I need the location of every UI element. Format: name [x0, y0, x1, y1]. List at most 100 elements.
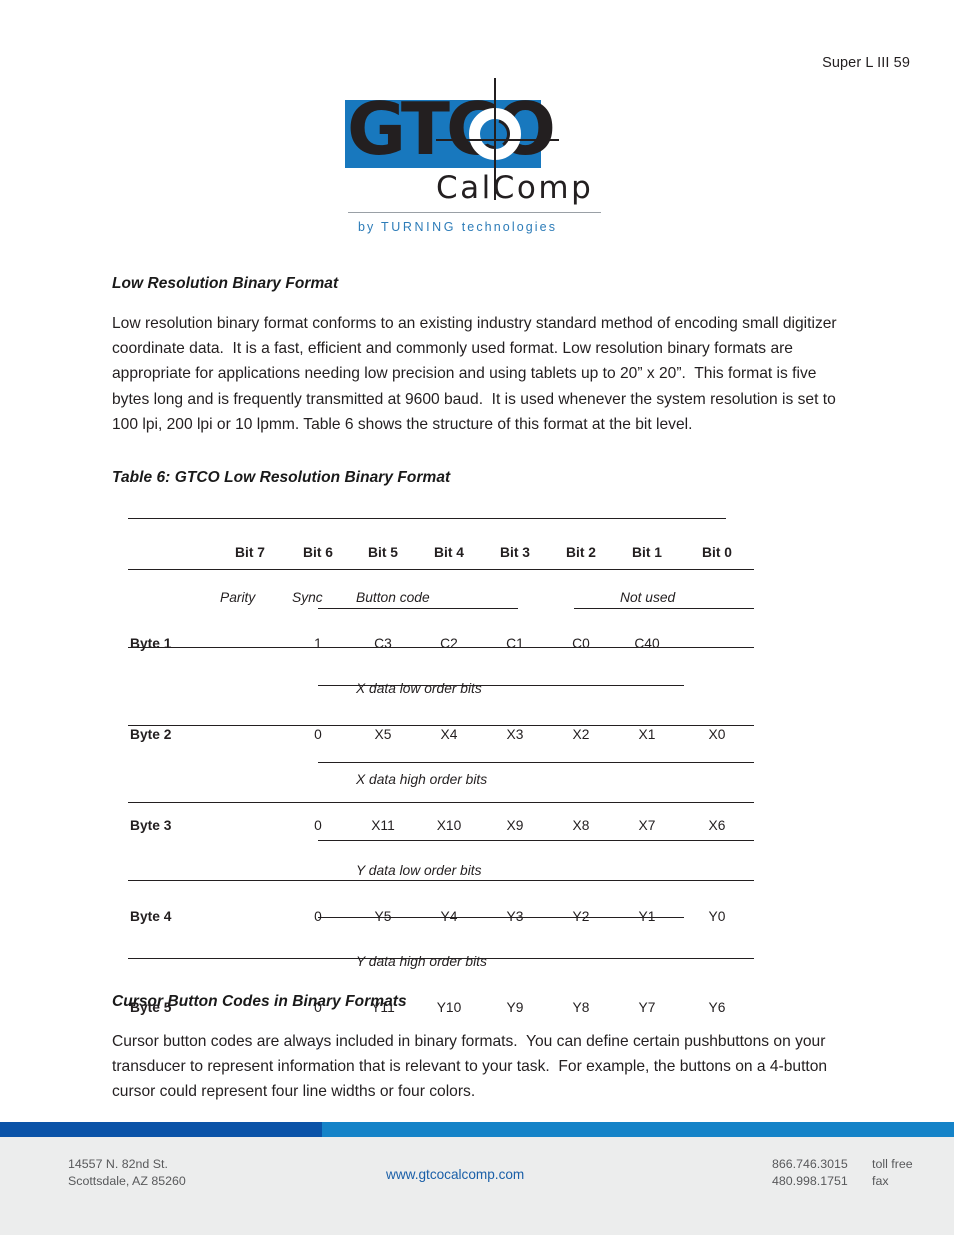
table-rule-top	[128, 518, 726, 520]
table-header-blank	[128, 516, 214, 567]
logo-subtitle: CalComp	[436, 170, 594, 206]
table-header-bit0: Bit 0	[702, 545, 732, 560]
cell-byte1-bit6: 1	[314, 636, 322, 651]
logo-tagline-caps: TURNING	[380, 220, 457, 234]
cell-byte3-bit6: 0	[314, 818, 322, 833]
cell-byte3-bit3: X9	[506, 818, 524, 833]
table-rule-xlow-underline	[318, 685, 684, 687]
table-header-bit1: Bit 1	[632, 545, 662, 560]
table-rule-under-bitnames	[128, 569, 754, 571]
page-running-header: Super L III 59	[822, 55, 910, 71]
table-header-bit6: Bit 6	[303, 545, 333, 560]
row-label	[128, 931, 214, 975]
footer-bar-light	[322, 1122, 954, 1137]
cell-byte5-bit2: Y8	[572, 1000, 590, 1015]
row-label-byte-1: Byte 1	[130, 636, 172, 651]
table-header-bit5: Bit 5	[368, 545, 398, 560]
table-header-bit4: Bit 4	[434, 545, 464, 560]
row-label	[128, 567, 214, 611]
table-rule-notused-underline	[574, 608, 754, 610]
gtco-calcomp-logo: GTCO CalComp by TURNING technologies	[340, 72, 620, 237]
table-header-bit2: Bit 2	[566, 545, 596, 560]
cell-byte3-bit2: X8	[572, 818, 590, 833]
logo-wordmark-group: GTCO	[345, 93, 556, 168]
cell-byte5-bit4: Y10	[436, 1000, 462, 1015]
table-row: Y data low order bits	[128, 840, 754, 884]
row-label	[128, 840, 214, 884]
table-rule-under-byte2	[128, 725, 754, 727]
row-label	[128, 749, 214, 793]
cell-byte5-bit3: Y9	[506, 1000, 524, 1015]
logo-tagline: by TURNING technologies	[358, 220, 557, 234]
cell-x-data-high-order-bits: X data high order bits	[356, 772, 488, 787]
cell-byte4-bit7	[214, 884, 286, 931]
cell-byte1-bit2: C0	[572, 636, 590, 651]
logo-crosshair-horizontal-icon	[436, 139, 559, 141]
cell-byte3-bit5: X11	[371, 818, 395, 833]
logo-divider	[348, 212, 601, 213]
table-rule-under-byte3	[128, 802, 754, 804]
cell-byte1-bit5: C3	[374, 636, 392, 651]
cell-byte4-bit5: Y5	[374, 909, 392, 924]
table-rule-under-byte4	[128, 880, 754, 882]
cell-sync: Sync	[292, 590, 323, 605]
cell-byte4-bit0: Y0	[708, 909, 726, 924]
table-row: Byte 1 1 C3 C2 C1 C0 C40	[128, 611, 754, 658]
cell-byte5-bit6: 0	[314, 1000, 322, 1015]
logo-tagline-suffix: technologies	[456, 220, 558, 234]
table-row: Y data high order bits	[128, 931, 754, 975]
table-rule-ylow-underline	[318, 840, 754, 842]
cell-byte4-bit3: Y3	[506, 909, 524, 924]
cell-byte3-bit1: X7	[638, 818, 656, 833]
paragraph-low-resolution-binary-format: Low resolution binary format conforms to…	[112, 315, 841, 433]
table-row: X data low order bits	[128, 658, 754, 702]
table-row: Byte 4 0 Y5 Y4 Y3 Y2 Y1 Y0	[128, 884, 754, 931]
cell-byte1-bit0	[680, 611, 754, 658]
row-label	[128, 658, 214, 702]
table-row: Byte 5 0 Y11 Y10 Y9 Y8 Y7 Y6	[128, 975, 754, 1022]
cell-byte5-bit0: Y6	[708, 1000, 726, 1015]
cell-byte4-bit1: Y1	[638, 909, 656, 924]
table-rule-yhigh-underline	[318, 917, 684, 919]
table-row: X data high order bits	[128, 749, 754, 793]
table-header-bit7: Bit 7	[235, 545, 265, 560]
cell-byte3-bit7	[214, 793, 286, 840]
cell-byte5-bit7	[214, 975, 286, 1022]
cell-byte1-bit3: C1	[506, 636, 524, 651]
row-label-byte-5: Byte 5	[130, 1000, 172, 1015]
cell-not-used: Not used	[620, 590, 676, 605]
cell-byte5-bit1: Y7	[638, 1000, 656, 1015]
table-rule-buttoncode-underline	[318, 608, 518, 610]
cell-y-data-low-order-bits: Y data low order bits	[356, 863, 482, 878]
cell-byte1-bit7	[214, 611, 286, 658]
cell-byte4-bit6: 0	[286, 884, 350, 931]
table-rule-bottom	[128, 958, 754, 960]
table-caption: Table 6: GTCO Low Resolution Binary Form…	[112, 469, 451, 486]
table-rule-under-byte1	[128, 647, 754, 649]
footer-address: 14557 N. 82nd St. Scottsdale, AZ 85260	[68, 1157, 186, 1188]
cell-byte3-bit4: X10	[436, 818, 462, 833]
table-row: Byte 3 0 X11 X10 X9 X8 X7 X6	[128, 793, 754, 840]
cell-x-data-low-order-bits: X data low order bits	[356, 681, 482, 696]
cell-byte4-bit4: Y4	[440, 909, 458, 924]
paragraph-cursor-button-codes: Cursor button codes are always included …	[112, 1033, 832, 1101]
table-header-bit3: Bit 3	[500, 545, 530, 560]
page-footer: 14557 N. 82nd St. Scottsdale, AZ 85260 w…	[0, 1122, 954, 1235]
cell-parity: Parity	[220, 590, 256, 605]
footer-bar-dark	[0, 1122, 322, 1137]
table-element: Bit 7 Bit 6 Bit 5 Bit 4 Bit 3 Bit 2 Bit …	[128, 516, 754, 1022]
logo-wordmark-text: GTCO	[347, 87, 556, 171]
cell-byte1-bit1: C40	[634, 636, 660, 651]
row-label-byte-3: Byte 3	[130, 818, 172, 833]
cell-byte5-bit5: Y11	[371, 1000, 395, 1015]
table-row: Parity Sync Button code Not used	[128, 567, 754, 611]
cell-byte4-bit2: Y2	[572, 909, 590, 924]
binary-format-table: Bit 7 Bit 6 Bit 5 Bit 4 Bit 3 Bit 2 Bit …	[128, 516, 754, 1022]
table-rule-xhigh-underline	[318, 762, 754, 764]
table-header-row: Bit 7 Bit 6 Bit 5 Bit 4 Bit 3 Bit 2 Bit …	[128, 516, 754, 567]
footer-website-link[interactable]: www.gtcocalcomp.com	[386, 1167, 524, 1182]
footer-phone-labels: toll free fax	[872, 1157, 913, 1188]
row-label-byte-4: Byte 4	[130, 909, 172, 924]
cell-byte3-bit0: X6	[708, 818, 726, 833]
cell-byte1-bit4: C2	[440, 636, 458, 651]
